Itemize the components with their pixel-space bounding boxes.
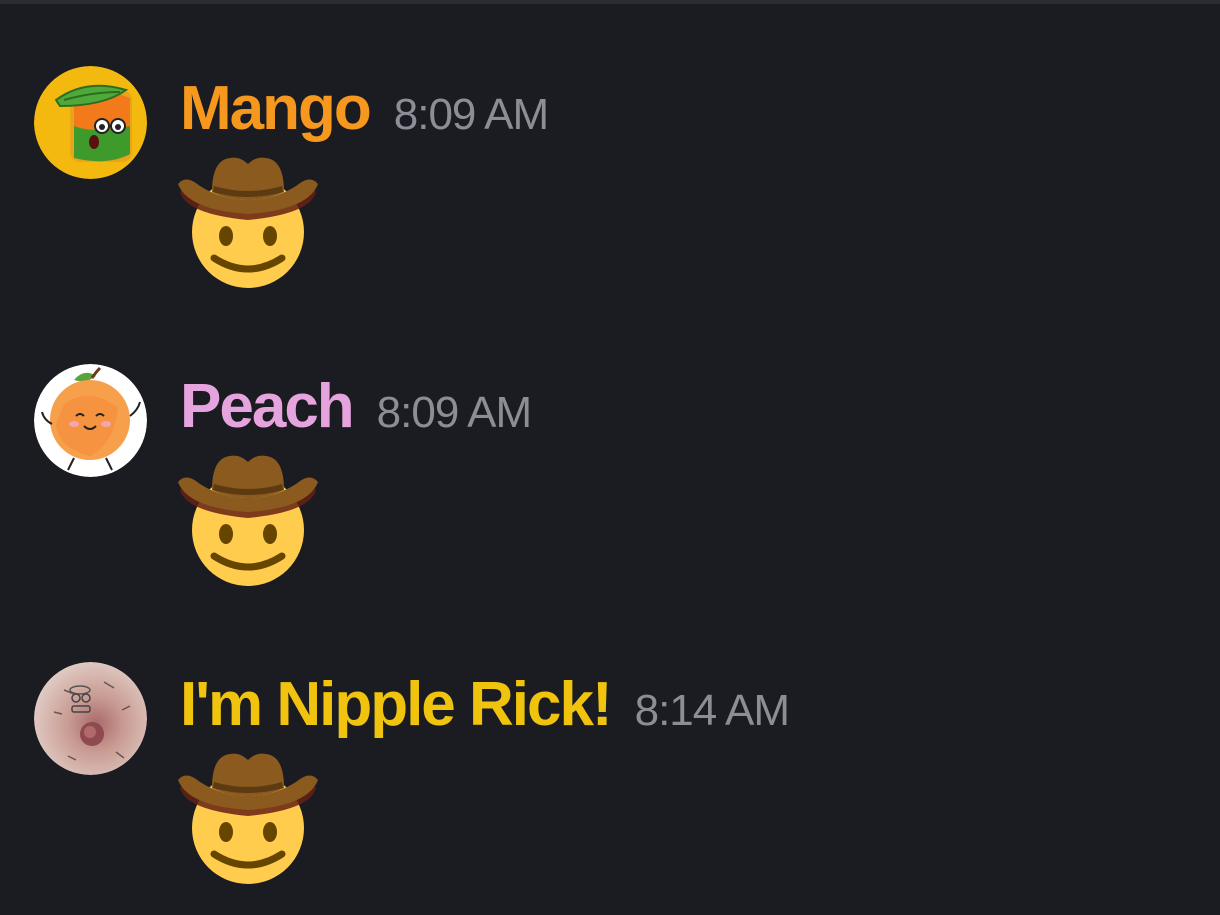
photo-avatar-icon [34, 662, 147, 775]
mango-avatar[interactable] [34, 66, 147, 179]
cowboy-hat-face-icon [178, 753, 318, 884]
photo-avatar[interactable] [34, 662, 147, 775]
peach-avatar-icon [34, 364, 147, 477]
mango-avatar-icon [34, 66, 147, 179]
timestamp[interactable]: 8:14 AM [635, 676, 790, 746]
username[interactable]: Peach [180, 372, 355, 442]
peach-avatar[interactable] [34, 364, 147, 477]
message-item: Mango 8:09 AM [0, 66, 1220, 306]
cowboy-hat-face-emoji[interactable] [178, 750, 318, 884]
cowboy-hat-face-icon [178, 455, 318, 586]
timestamp[interactable]: 8:09 AM [394, 80, 549, 150]
username[interactable]: Mango [180, 74, 372, 144]
cowboy-hat-face-icon [178, 157, 318, 288]
message-header: Peach 8:09 AM [180, 372, 532, 442]
message-item: Peach 8:09 AM [0, 364, 1220, 604]
message-header: I'm Nipple Rick! 8:14 AM [180, 670, 790, 740]
cowboy-hat-face-emoji[interactable] [178, 452, 318, 586]
timestamp[interactable]: 8:09 AM [377, 378, 532, 448]
message-header: Mango 8:09 AM [180, 74, 549, 144]
cowboy-hat-face-emoji[interactable] [178, 154, 318, 288]
message-item: I'm Nipple Rick! 8:14 AM [0, 662, 1220, 902]
message-list: Mango 8:09 AM Peach 8:09 AM I'm Nipple R… [0, 0, 1220, 915]
username[interactable]: I'm Nipple Rick! [180, 670, 613, 740]
